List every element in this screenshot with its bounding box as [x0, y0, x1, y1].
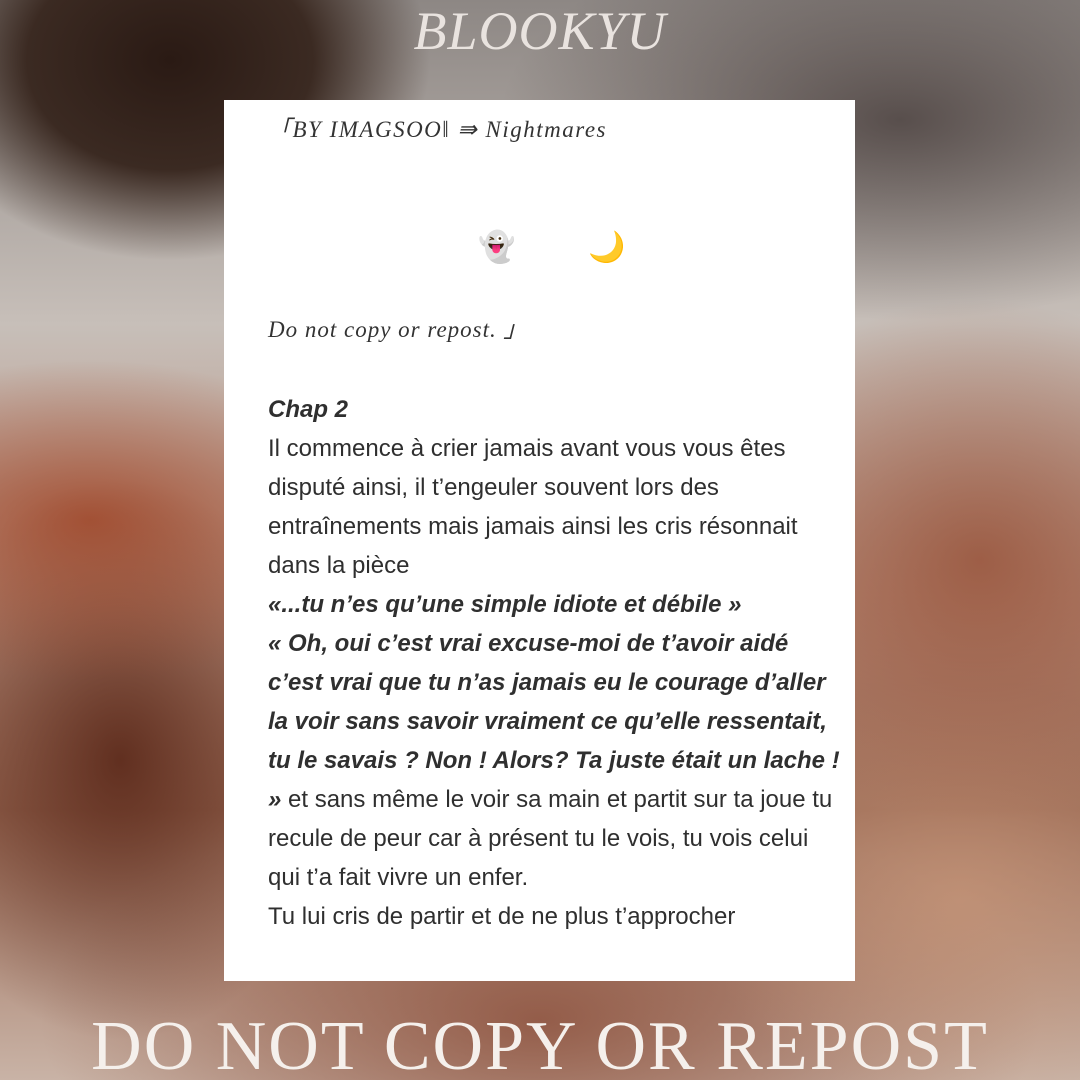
- story-paragraph: Il commence à crier jamais avant vous vo…: [268, 435, 798, 579]
- story-quote: «...tu n’es qu’une simple idiote et débi…: [268, 591, 742, 618]
- story-card: 「BY IMAGSOO‖ ⇛ Nightmares 👻 🌙 Do not cop…: [224, 100, 855, 981]
- emoji-row: 👻 🌙: [268, 228, 845, 268]
- brand-watermark: BLOOKYU: [413, 1, 667, 61]
- story-text: Chap 2 Il commence à crier jamais avant …: [268, 390, 845, 936]
- story-header: 「BY IMAGSOO‖ ⇛ Nightmares: [268, 117, 608, 142]
- copy-notice: Do not copy or repost. 」: [268, 317, 528, 342]
- ghost-icon: 👻: [478, 231, 516, 264]
- story-continuation: et sans même le voir sa main et partit s…: [268, 786, 833, 891]
- story-last-line: Tu lui cris de partir et de ne plus t’ap…: [268, 903, 736, 930]
- story-paragraph-mixed: « Oh, oui c’est vrai excuse-moi de t’avo…: [268, 624, 845, 897]
- chapter-title: Chap 2: [268, 396, 349, 423]
- moon-icon: 🌙: [588, 231, 626, 264]
- footer-watermark: DO NOT COPY OR REPOST: [91, 1008, 989, 1080]
